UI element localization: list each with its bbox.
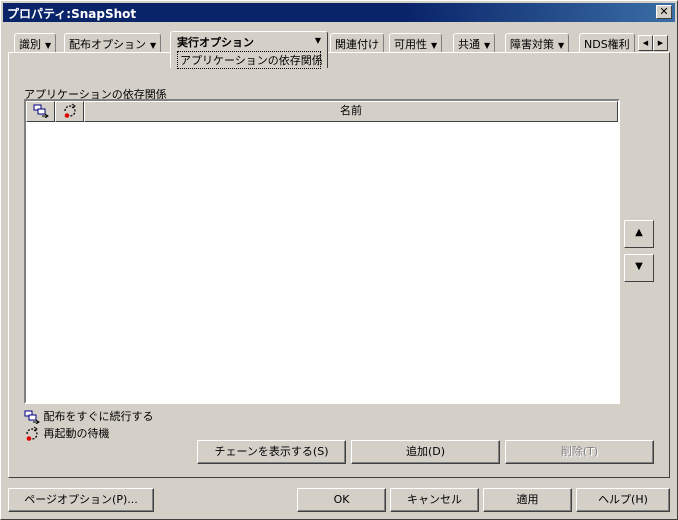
tab-dropdown-icon: ▼	[45, 41, 52, 50]
legend-chain-label: 配布をすぐに続行する	[43, 410, 154, 423]
move-up-button[interactable]: ▲	[624, 220, 654, 248]
chain-icon	[24, 410, 40, 424]
tab-label: 識別	[19, 38, 41, 51]
tab-nds-rights[interactable]: NDS権利	[579, 33, 635, 52]
list-header: 名前	[26, 101, 618, 122]
tab-scroll-arrows: ◀ ▶	[638, 35, 668, 51]
triangle-down-icon: ▼	[635, 261, 643, 272]
triangle-right-icon: ▶	[657, 39, 664, 47]
delete-button[interactable]: 削除(T)	[505, 440, 654, 464]
restart-icon	[26, 426, 38, 441]
tab-dropdown-icon: ▼	[484, 41, 491, 50]
tab-dropdown-icon: ▼	[314, 36, 321, 45]
tab-scroll-right-button[interactable]: ▶	[653, 35, 668, 51]
restart-icon	[63, 103, 76, 118]
tab-label: 可用性	[394, 38, 427, 51]
legend-chain: 配布をすぐに続行する	[24, 408, 154, 424]
ok-button[interactable]: OK	[297, 488, 386, 512]
tab-label: 障害対策	[510, 38, 554, 51]
tab-label: NDS権利	[584, 38, 630, 51]
page-options-button[interactable]: ページオプション(P)...	[8, 488, 154, 512]
tab-fault-tolerance[interactable]: 障害対策 ▼	[505, 33, 570, 52]
legend-restart: 再起動の待機	[24, 425, 110, 442]
tab-dropdown-icon: ▼	[558, 41, 565, 50]
cancel-button[interactable]: キャンセル	[390, 488, 479, 512]
close-icon: ✕	[659, 5, 669, 18]
triangle-left-icon: ◀	[642, 39, 649, 47]
tab-availability[interactable]: 可用性 ▼	[389, 33, 443, 52]
triangle-up-icon: ▲	[635, 227, 643, 238]
tab-dropdown-icon: ▼	[431, 41, 438, 50]
tab-label: 関連付け	[335, 38, 379, 51]
column-header-chain[interactable]	[26, 101, 55, 122]
column-header-name[interactable]: 名前	[84, 101, 618, 122]
close-button[interactable]: ✕	[656, 5, 672, 19]
tab-run-options[interactable]: 実行オプション ▼ アプリケーションの依存関係	[170, 31, 328, 69]
tab-subpage-label: アプリケーションの依存関係	[177, 51, 323, 69]
tab-dropdown-icon: ▼	[150, 41, 157, 50]
tab-scroll-left-button[interactable]: ◀	[638, 35, 653, 51]
help-button[interactable]: ヘルプ(H)	[576, 488, 670, 512]
tab-identification[interactable]: 識別 ▼	[14, 33, 57, 52]
tab-common[interactable]: 共通 ▼	[453, 33, 496, 52]
add-button[interactable]: 追加(D)	[351, 440, 500, 464]
window-title: プロパティ:SnapShot	[7, 7, 137, 21]
tab-associations[interactable]: 関連付け	[330, 33, 384, 52]
tab-label: 配布オプション	[69, 38, 146, 51]
column-header-restart[interactable]	[55, 101, 84, 122]
tab-label: 共通	[458, 38, 480, 51]
title-bar: プロパティ:SnapShot ✕	[3, 3, 675, 22]
show-chain-button[interactable]: チェーンを表示する(S)	[197, 440, 346, 464]
tab-distribution-options[interactable]: 配布オプション ▼	[64, 33, 162, 52]
legend-restart-label: 再起動の待機	[43, 427, 110, 440]
move-down-button[interactable]: ▼	[624, 254, 654, 282]
apply-button[interactable]: 適用	[483, 488, 572, 512]
tab-label: 実行オプション	[177, 36, 254, 49]
chain-icon	[33, 104, 49, 118]
dependencies-list[interactable]: 名前	[24, 99, 620, 404]
